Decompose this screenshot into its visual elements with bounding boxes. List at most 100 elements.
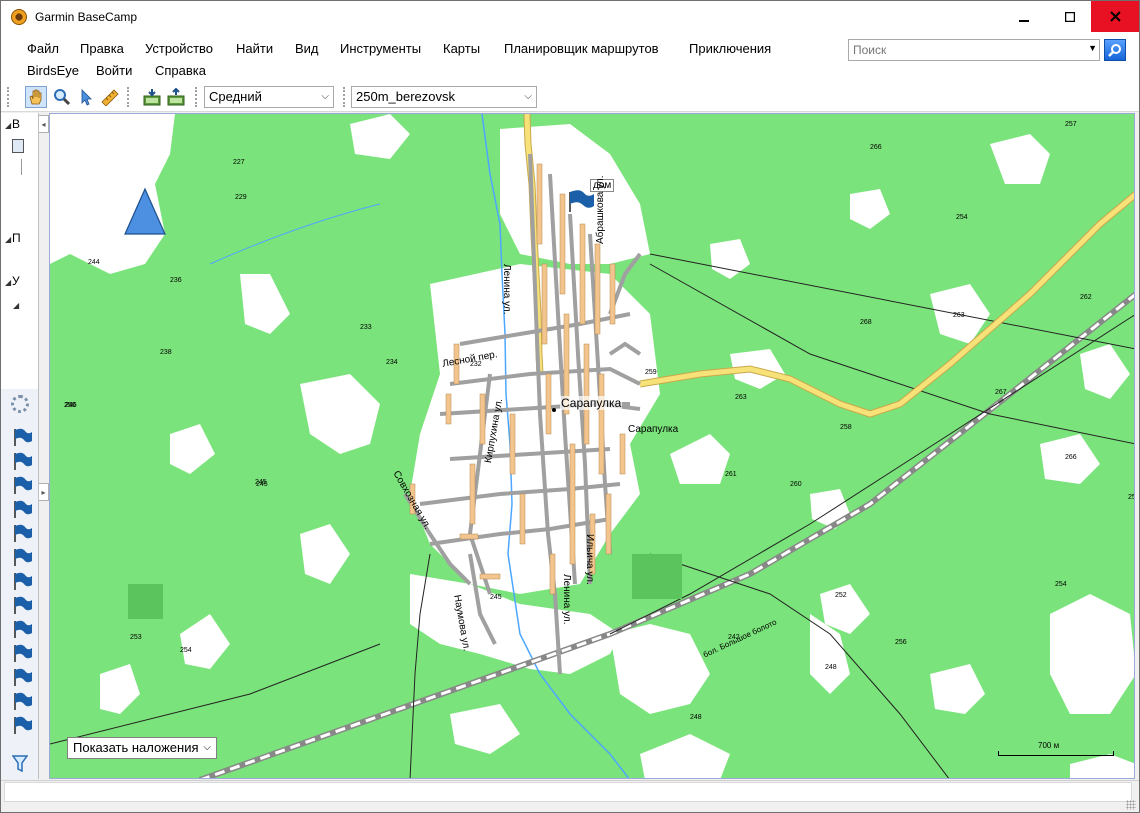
waypoint-list-panel [1,389,39,779]
maximize-icon [1065,11,1075,22]
menu-file[interactable]: Файл [27,41,59,56]
select-tool-button[interactable] [75,86,97,108]
flag-icon[interactable] [13,715,33,735]
flag-icon[interactable] [13,571,33,591]
height-label: 244 [88,259,100,266]
bottom-strip [1,800,1139,812]
chevron-down-icon: ⌵ [321,91,329,102]
device-icon[interactable] [12,139,24,153]
measure-tool-button[interactable] [99,86,121,108]
height-label: 262 [1080,294,1092,301]
topographic-map[interactable]: 227229244236238233234 2322502452532542592… [50,114,1135,779]
town-label: Сарапулка [560,396,623,410]
toolbar-grip[interactable] [195,87,198,107]
zoom-tool-button[interactable] [51,86,73,108]
scale-bar: 700 м [998,741,1114,759]
toolbar-grip[interactable] [7,87,10,107]
receive-from-device-button[interactable] [141,86,163,108]
menu-signin[interactable]: Войти [96,63,132,78]
menu-tools[interactable]: Инструменты [340,41,421,56]
height-label: 229 [235,194,247,201]
close-icon [1109,11,1121,22]
ruler-icon [101,89,119,106]
flag-icon[interactable] [13,643,33,663]
flag-icon[interactable] [13,475,33,495]
menu-find[interactable]: Найти [236,41,273,56]
flag-icon[interactable] [13,451,33,471]
menu-help[interactable]: Справка [155,63,206,78]
expand-triangle-icon[interactable]: ◢ [5,121,11,130]
flag-icon[interactable] [13,499,33,519]
flag-icon[interactable] [13,595,33,615]
height-label: 227 [233,159,245,166]
map-detail-select[interactable]: Средний ⌵ [204,86,334,108]
menu-maps[interactable]: Карты [443,41,480,56]
search-input[interactable] [849,43,1079,57]
height-label: 263 [953,312,965,319]
stream-line [209,203,381,265]
overlay-select[interactable]: Показать наложения ⌵ [67,737,217,759]
expand-triangle-icon[interactable]: ◢ [5,235,11,244]
toolbar-grip[interactable] [343,87,346,107]
minimize-button[interactable] [1001,1,1047,32]
expand-triangle-icon[interactable]: ◢ [5,278,11,287]
close-button[interactable] [1091,1,1139,32]
tree-item-label[interactable]: В [12,117,20,131]
search-dropdown-arrow-icon[interactable]: ▼ [1088,43,1097,53]
menu-birdseye[interactable]: BirdsEye [27,63,79,78]
flag-icon[interactable] [13,547,33,567]
gear-icon[interactable] [11,395,29,413]
flag-icon[interactable] [13,619,33,639]
toolbar-grip[interactable] [127,87,130,107]
height-label: 268 [860,319,872,326]
garmin-app-icon [11,8,27,25]
scale-label: 700 м [1038,741,1060,750]
height-label: 236 [170,277,182,284]
height-label: 263 [735,394,747,401]
flag-icon[interactable] [13,427,33,447]
hand-tool-button[interactable] [25,86,47,108]
height-label: 258 [840,424,852,431]
menu-adventures[interactable]: Приключения [689,41,771,56]
map-product-select[interactable]: 250m_berezovsk ⌵ [351,86,537,108]
height-label: 267 [995,389,1007,396]
minimize-icon [1019,19,1029,22]
menu-device[interactable]: Устройство [145,41,213,56]
flag-icon[interactable] [13,691,33,711]
search-button[interactable] [1104,39,1126,61]
height-label: 248 [825,664,837,671]
status-bar [1,780,1139,802]
expand-triangle-icon[interactable]: ◢ [13,301,19,310]
height-label: 238 [160,349,172,356]
street-label: Абрашкова ул. [595,175,606,244]
resize-grip-icon[interactable] [1126,800,1136,810]
height-label: 248 [690,714,702,721]
collapse-panel-arrow-icon[interactable]: ◂ [39,115,49,133]
search-field[interactable]: ▼ [848,39,1100,61]
send-to-device-button[interactable] [165,86,187,108]
menu-route-planner[interactable]: Планировщик маршрутов [504,41,659,56]
height-label: 254 [1055,581,1067,588]
tree-item-label[interactable]: У [12,274,20,288]
app-window: Garmin BaseCamp Файл Правка Устройство Н… [0,0,1140,813]
height-label: 257 [1065,121,1077,128]
toolbar: Средний ⌵ 250m_berezovsk ⌵ [1,82,1139,112]
tree-item-label[interactable]: П [12,231,21,245]
marsh-patches [128,554,682,619]
tree-line [21,159,22,175]
open-terrain-areas [50,114,1134,778]
search-icon [1108,44,1121,57]
height-label: 260 [790,481,802,488]
status-text-box [4,782,1132,802]
height-label: 253 [130,634,142,641]
menu-view[interactable]: Вид [295,41,319,56]
flag-icon[interactable] [13,667,33,687]
map-view[interactable]: 227 229 244 236 238 233 234 232 250 245 253 254 259 2… [49,113,1135,779]
expand-panel-arrow-icon[interactable]: ▸ [39,483,49,501]
filter-icon[interactable] [12,755,28,773]
maximize-button[interactable] [1047,1,1093,32]
height-label: 252 [835,592,847,599]
menu-edit[interactable]: Правка [80,41,124,56]
town-center-dot [552,408,556,412]
flag-icon[interactable] [13,523,33,543]
